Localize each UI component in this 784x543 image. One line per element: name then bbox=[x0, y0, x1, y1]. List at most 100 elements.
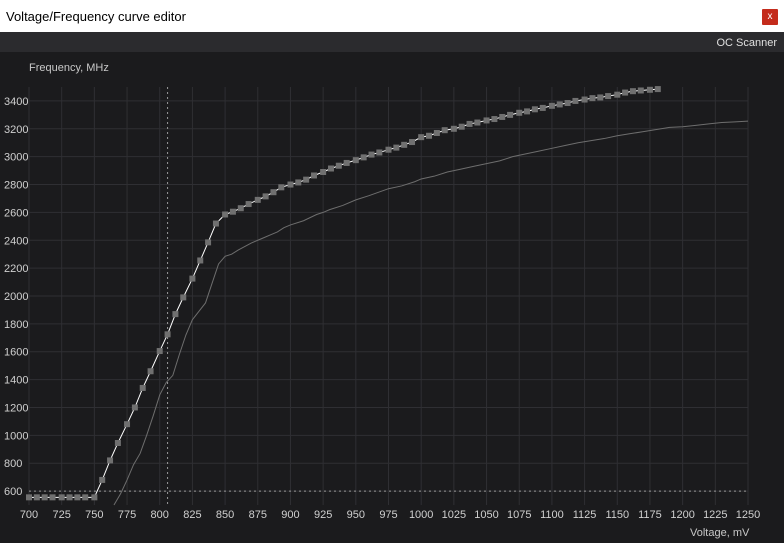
vf-curve-point[interactable] bbox=[180, 294, 187, 301]
x-tick-label: 1000 bbox=[409, 509, 433, 521]
vf-curve-point[interactable] bbox=[278, 184, 285, 191]
vf-curve-point[interactable] bbox=[74, 494, 81, 501]
vf-curve-point[interactable] bbox=[335, 162, 342, 169]
vf-curve-point[interactable] bbox=[222, 211, 229, 218]
vf-curve-point[interactable] bbox=[433, 129, 440, 136]
x-tick-label: 1225 bbox=[703, 509, 727, 521]
vf-curve-point[interactable] bbox=[368, 151, 375, 158]
vf-curve-point[interactable] bbox=[572, 97, 579, 104]
y-tick-label: 1800 bbox=[4, 319, 28, 331]
vf-curve-point[interactable] bbox=[295, 179, 302, 186]
vf-curve-point[interactable] bbox=[646, 86, 653, 93]
vf-curve-point[interactable] bbox=[343, 159, 350, 166]
vf-curve-point[interactable] bbox=[483, 117, 490, 124]
vf-curve-point[interactable] bbox=[320, 168, 327, 175]
x-tick-label: 700 bbox=[20, 509, 38, 521]
y-tick-label: 1200 bbox=[4, 402, 28, 414]
vf-curve-point[interactable] bbox=[589, 95, 596, 102]
vf-curve-point[interactable] bbox=[524, 108, 531, 115]
x-tick-label: 1100 bbox=[540, 509, 564, 521]
vf-curve-point[interactable] bbox=[385, 146, 392, 153]
y-tick-label: 1000 bbox=[4, 430, 28, 442]
x-tick-label: 800 bbox=[151, 509, 169, 521]
vf-curve-point[interactable] bbox=[303, 176, 310, 183]
vf-curve-point[interactable] bbox=[516, 109, 523, 116]
vf-curve-point[interactable] bbox=[629, 88, 636, 95]
vf-curve-point[interactable] bbox=[189, 275, 196, 282]
vf-curve-point[interactable] bbox=[466, 120, 473, 127]
vf-curve-point[interactable] bbox=[499, 113, 506, 120]
vf-curve-point[interactable] bbox=[581, 96, 588, 103]
vf-curve-point[interactable] bbox=[637, 87, 644, 94]
vf-curve-point[interactable] bbox=[287, 181, 294, 188]
x-tick-label: 775 bbox=[118, 509, 136, 521]
vf-curve-point[interactable] bbox=[26, 494, 32, 501]
vf-curve-point[interactable] bbox=[164, 331, 171, 338]
vf-curve-point[interactable] bbox=[614, 91, 621, 98]
vf-curve-point[interactable] bbox=[491, 116, 498, 123]
vf-curve-point[interactable] bbox=[49, 494, 56, 501]
vf-curve-point[interactable] bbox=[139, 384, 146, 391]
y-tick-label: 3200 bbox=[4, 124, 28, 136]
vf-curve-point[interactable] bbox=[156, 348, 163, 355]
vf-curve-point[interactable] bbox=[605, 93, 612, 100]
vf-curve-point[interactable] bbox=[58, 494, 65, 501]
y-tick-label: 2000 bbox=[4, 291, 28, 303]
vf-curve-point[interactable] bbox=[539, 104, 546, 111]
x-tick-label: 950 bbox=[347, 509, 365, 521]
vf-curve-point[interactable] bbox=[548, 102, 555, 109]
vf-curve-point[interactable] bbox=[99, 476, 106, 483]
x-tick-label: 1175 bbox=[638, 509, 662, 521]
vf-curve-point[interactable] bbox=[212, 220, 219, 227]
vf-curve-point[interactable] bbox=[531, 106, 538, 113]
vf-curve-point[interactable] bbox=[237, 205, 244, 212]
vf-curve-chart[interactable]: 700 725 750 775 800 825 850 875 900 925 950 975 1000… bbox=[0, 0, 784, 543]
vf-curve-point[interactable] bbox=[270, 189, 277, 196]
vf-curve-point[interactable] bbox=[66, 494, 73, 501]
vf-curve-point[interactable] bbox=[310, 172, 317, 179]
vf-curve-point[interactable] bbox=[360, 154, 367, 161]
x-tick-label: 825 bbox=[183, 509, 201, 521]
vf-curve-point[interactable] bbox=[507, 111, 514, 118]
vf-curve-point[interactable] bbox=[409, 139, 416, 146]
vf-curve-point[interactable] bbox=[107, 457, 114, 464]
vf-curve-point[interactable] bbox=[205, 239, 212, 246]
vf-curve-point[interactable] bbox=[401, 141, 408, 148]
vf-curve-point[interactable] bbox=[458, 123, 465, 130]
vf-curve-point[interactable] bbox=[352, 157, 359, 164]
vf-curve-point[interactable] bbox=[564, 100, 571, 107]
vf-curve-point[interactable] bbox=[393, 144, 400, 151]
vf-curve-point[interactable] bbox=[131, 404, 138, 411]
vf-curve-point[interactable] bbox=[441, 127, 448, 134]
vf-curve-point[interactable] bbox=[474, 119, 481, 126]
x-tick-label: 1200 bbox=[670, 509, 694, 521]
vf-curve-point[interactable] bbox=[124, 421, 131, 428]
vf-curve-point[interactable] bbox=[245, 201, 252, 208]
vf-curve-point[interactable] bbox=[229, 208, 236, 215]
vf-curve-point[interactable] bbox=[327, 165, 334, 172]
vf-curve-point[interactable] bbox=[597, 94, 604, 101]
y-tick-label: 3400 bbox=[4, 96, 28, 108]
vf-curve-point[interactable] bbox=[556, 101, 563, 108]
vf-curve-point[interactable] bbox=[82, 494, 89, 501]
vf-curve-point[interactable] bbox=[254, 196, 261, 203]
vf-curve-point[interactable] bbox=[426, 132, 433, 139]
vf-curve-point[interactable] bbox=[654, 86, 661, 93]
y-tick-label: 800 bbox=[4, 458, 22, 470]
vf-curve-point[interactable] bbox=[91, 494, 98, 501]
vf-curve-point[interactable] bbox=[262, 193, 269, 200]
vf-curve-point[interactable] bbox=[622, 89, 629, 96]
vf-curve-point[interactable] bbox=[418, 134, 425, 141]
x-tick-label: 900 bbox=[281, 509, 299, 521]
x-tick-label: 1250 bbox=[736, 509, 760, 521]
vf-curve-point[interactable] bbox=[197, 257, 204, 264]
vf-curve-point[interactable] bbox=[41, 494, 48, 501]
vf-curve-point[interactable] bbox=[450, 125, 457, 132]
vf-curve-point[interactable] bbox=[172, 311, 179, 318]
x-tick-label: 1075 bbox=[507, 509, 531, 521]
vf-curve-point[interactable] bbox=[147, 368, 154, 375]
vf-curve-point[interactable] bbox=[376, 149, 383, 156]
y-tick-label: 3000 bbox=[4, 152, 28, 164]
vf-curve-point[interactable] bbox=[33, 494, 40, 501]
vf-curve-point[interactable] bbox=[114, 439, 121, 446]
